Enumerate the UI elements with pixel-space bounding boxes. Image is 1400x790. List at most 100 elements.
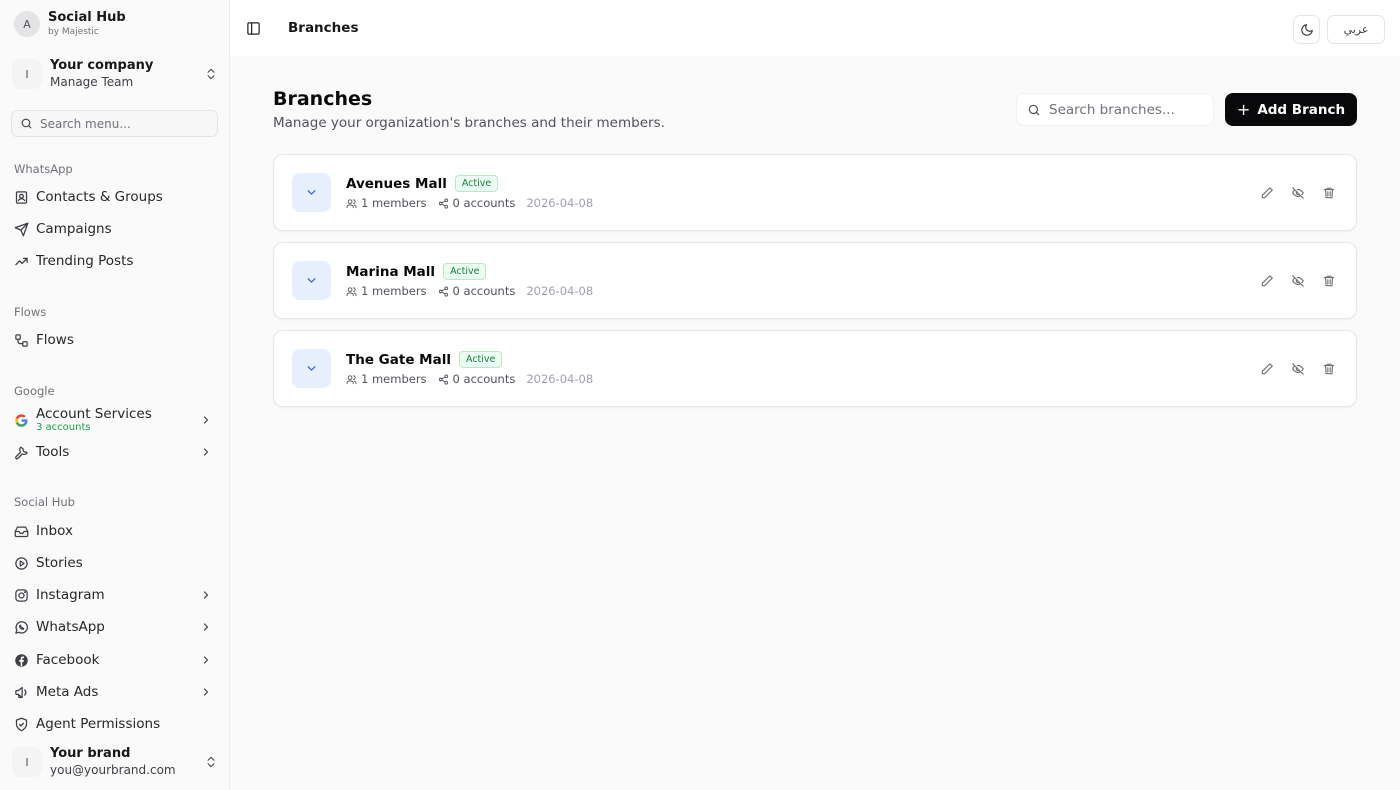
- status-badge: Active: [454, 175, 499, 192]
- inbox-icon: [14, 524, 29, 539]
- add-branch-button[interactable]: + Add Branch: [1225, 93, 1357, 126]
- page-title: Branches: [273, 88, 373, 110]
- edit-button[interactable]: [1258, 272, 1276, 290]
- sidebar-item-label: Account Services: [36, 405, 152, 422]
- language-label: عربي: [1343, 23, 1369, 36]
- delete-button[interactable]: [1320, 360, 1338, 378]
- user-avatar: I: [12, 747, 42, 777]
- branch-card: Marina Mall Active 1 members 0 accounts …: [273, 242, 1357, 319]
- created-date: 2026-04-08: [526, 284, 594, 298]
- account-count: 0 accounts: [452, 196, 516, 210]
- hide-button[interactable]: [1289, 184, 1307, 202]
- facebook-icon: [14, 653, 29, 668]
- account-count: 3 accounts: [36, 421, 91, 433]
- sidebar-item-meta-ads[interactable]: Meta Ads: [10, 678, 218, 706]
- google-icon: [14, 413, 29, 428]
- sidebar-item-tools[interactable]: Tools: [10, 438, 218, 466]
- branch-search[interactable]: [1016, 93, 1214, 126]
- megaphone-icon: [14, 685, 29, 700]
- app-avatar: A: [14, 11, 40, 37]
- company-switcher[interactable]: I Your company Manage Team: [12, 52, 218, 96]
- play-circle-icon: [14, 556, 29, 571]
- menu-search-input[interactable]: [40, 116, 210, 131]
- expand-button[interactable]: [292, 261, 331, 300]
- contact-book-icon: [14, 190, 29, 205]
- sidebar-item-label: Contacts & Groups: [36, 189, 163, 205]
- pencil-icon: [1261, 187, 1273, 199]
- section-label-google: Google: [14, 384, 55, 398]
- add-branch-label: Add Branch: [1257, 101, 1346, 118]
- workflow-icon: [14, 333, 29, 348]
- sidebar-item-campaigns[interactable]: Campaigns: [10, 215, 218, 243]
- share-icon: [438, 285, 448, 297]
- sidebar-item-account-services[interactable]: Account Services 3 accounts: [10, 405, 218, 435]
- branch-name: Avenues Mall: [346, 175, 447, 192]
- sidebar-item-contacts[interactable]: Contacts & Groups: [10, 183, 218, 211]
- sidebar-item-label: Campaigns: [36, 221, 112, 237]
- pencil-icon: [1261, 275, 1273, 287]
- menu-search[interactable]: [11, 110, 218, 137]
- branch-name: Marina Mall: [346, 263, 436, 280]
- sidebar-item-facebook[interactable]: Facebook: [10, 646, 218, 674]
- member-count: 1 members: [361, 372, 427, 386]
- section-label-social-hub: Social Hub: [14, 495, 75, 509]
- main-content: Branches Manage your organization's bran…: [230, 56, 1400, 790]
- moon-icon: [1300, 23, 1313, 36]
- sidebar-item-whatsapp[interactable]: WhatsApp: [10, 613, 218, 641]
- users-icon: [346, 374, 357, 384]
- account-count: 0 accounts: [452, 372, 516, 386]
- theme-toggle-button[interactable]: [1293, 15, 1320, 44]
- delete-button[interactable]: [1320, 184, 1338, 202]
- trash-icon: [1323, 363, 1335, 375]
- branch-name: The Gate Mall: [346, 351, 451, 368]
- company-name: Your company: [50, 57, 154, 73]
- sidebar: A Social Hub by Majestic I Your company …: [0, 0, 230, 790]
- sidebar-item-flows[interactable]: Flows: [10, 326, 218, 354]
- eye-off-icon: [1292, 187, 1304, 199]
- sidebar-item-label: Agent Permissions: [36, 716, 161, 732]
- app-brand[interactable]: A Social Hub by Majestic: [14, 10, 126, 38]
- sidebar-item-label: Inbox: [36, 523, 73, 539]
- user-switcher[interactable]: I Your brand you@yourbrand.com: [12, 740, 218, 784]
- sidebar-item-trending[interactable]: Trending Posts: [10, 247, 218, 275]
- expand-button[interactable]: [292, 173, 331, 212]
- hide-button[interactable]: [1289, 272, 1307, 290]
- instagram-icon: [14, 588, 29, 603]
- sidebar-item-label: WhatsApp: [36, 619, 105, 635]
- chevron-right-icon: [203, 591, 209, 599]
- users-icon: [346, 286, 357, 296]
- status-badge: Active: [458, 351, 503, 368]
- user-name: Your brand: [50, 745, 131, 761]
- search-icon: [1028, 104, 1040, 115]
- app-name: Social Hub: [48, 10, 126, 25]
- pencil-icon: [1261, 363, 1273, 375]
- sidebar-item-label: Tools: [36, 444, 70, 460]
- chevron-right-icon: [203, 688, 209, 696]
- created-date: 2026-04-08: [526, 196, 594, 210]
- sidebar-item-agent-permissions[interactable]: Agent Permissions: [10, 710, 218, 738]
- chevron-right-icon: [203, 623, 209, 631]
- sidebar-item-label: Meta Ads: [36, 684, 99, 700]
- section-label-whatsapp: WhatsApp: [14, 162, 73, 176]
- chevron-down-icon: [307, 366, 316, 371]
- chevron-right-icon: [203, 416, 209, 424]
- page-subtitle: Manage your organization's branches and …: [273, 115, 665, 131]
- share-icon: [438, 373, 448, 385]
- sidebar-item-inbox[interactable]: Inbox: [10, 517, 218, 545]
- edit-button[interactable]: [1258, 360, 1276, 378]
- language-button[interactable]: عربي: [1327, 15, 1385, 44]
- eye-off-icon: [1292, 363, 1304, 375]
- delete-button[interactable]: [1320, 272, 1338, 290]
- hide-button[interactable]: [1289, 360, 1307, 378]
- branch-search-input[interactable]: [1049, 101, 1209, 118]
- sidebar-item-label: Trending Posts: [36, 253, 134, 269]
- expand-button[interactable]: [292, 349, 331, 388]
- member-count: 1 members: [361, 196, 427, 210]
- edit-button[interactable]: [1258, 184, 1276, 202]
- sidebar-item-instagram[interactable]: Instagram: [10, 581, 218, 609]
- plus-icon: +: [1236, 99, 1251, 119]
- company-avatar: I: [12, 59, 42, 89]
- sidebar-item-stories[interactable]: Stories: [10, 549, 218, 577]
- section-label-flows: Flows: [14, 305, 47, 319]
- sidebar-toggle-icon[interactable]: [246, 21, 261, 36]
